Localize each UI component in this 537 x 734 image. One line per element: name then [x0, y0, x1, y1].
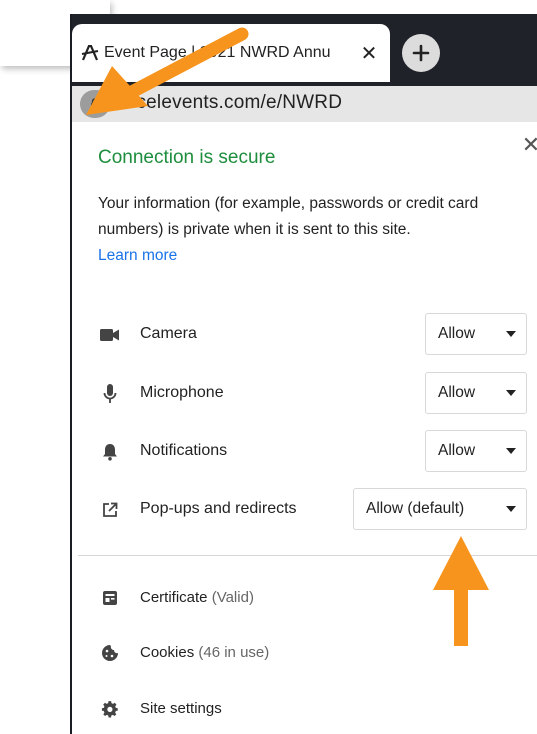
microphone-permission-select[interactable]: Allow — [425, 372, 527, 414]
chevron-down-icon — [506, 331, 516, 337]
tab-title: Event Page | 2021 NWRD Annu — [104, 44, 331, 61]
permission-row-notifications: Notifications Allow — [78, 430, 537, 474]
gear-icon — [100, 699, 120, 719]
bell-icon — [100, 442, 120, 462]
notifications-permission-select[interactable]: Allow — [425, 430, 527, 472]
certificate-row[interactable]: Certificate (Valid) — [78, 582, 537, 616]
permission-label: Notifications — [140, 442, 228, 459]
plus-icon — [412, 44, 430, 62]
permission-label: Microphone — [140, 384, 224, 401]
select-value: Allow — [438, 442, 476, 459]
site-info-popup: ✕ Connection is secure Your information … — [78, 126, 537, 734]
chevron-down-icon — [506, 390, 516, 396]
chevron-down-icon — [506, 448, 516, 454]
permission-row-microphone: Microphone Allow — [78, 372, 537, 416]
connection-status-title: Connection is secure — [98, 147, 276, 168]
info-item-label: Cookies — [140, 644, 195, 661]
site-info-button[interactable] — [80, 90, 110, 118]
chevron-down-icon — [506, 506, 516, 512]
tab-strip: Event Page | 2021 NWRD Annu ✕ — [72, 14, 537, 86]
address-bar[interactable]: accelevents.com/e/NWRD — [72, 86, 537, 122]
lock-icon — [91, 98, 99, 110]
connection-description: Your information (for example, passwords… — [98, 195, 479, 238]
cookie-icon — [100, 643, 120, 663]
new-tab-button[interactable] — [402, 34, 440, 72]
permission-row-camera: Camera Allow — [78, 313, 537, 357]
site-settings-label: Site settings — [140, 700, 222, 717]
select-value: Allow — [438, 384, 476, 401]
certificate-label: Certificate (Valid) — [140, 589, 254, 606]
learn-more-link[interactable]: Learn more — [98, 247, 177, 265]
camera-permission-select[interactable]: Allow — [425, 313, 527, 355]
permission-label: Pop-ups and redirects — [140, 500, 297, 517]
select-value: Allow — [438, 325, 476, 342]
cookies-label: Cookies (46 in use) — [140, 644, 269, 661]
screenshot-stage: Event Page | 2021 NWRD Annu ✕ accelevent… — [0, 0, 537, 734]
popups-permission-select[interactable]: Allow (default) — [353, 488, 527, 530]
info-item-sub: (46 in use) — [198, 644, 270, 661]
section-divider — [78, 555, 537, 556]
browser-window: Event Page | 2021 NWRD Annu ✕ accelevent… — [70, 14, 537, 734]
close-icon[interactable]: ✕ — [518, 132, 537, 158]
tab-event-page[interactable]: Event Page | 2021 NWRD Annu ✕ — [72, 24, 390, 82]
info-item-label: Certificate — [140, 589, 208, 606]
microphone-icon — [100, 384, 120, 404]
cookies-row[interactable]: Cookies (46 in use) — [78, 637, 537, 671]
external-link-icon — [100, 500, 120, 520]
info-item-sub: (Valid) — [211, 589, 254, 606]
tab-close-icon[interactable]: ✕ — [356, 40, 382, 66]
select-value: Allow (default) — [366, 500, 465, 517]
site-settings-row[interactable]: Site settings — [78, 693, 537, 727]
url-text[interactable]: accelevents.com/e/NWRD — [116, 92, 342, 114]
certificate-icon — [100, 588, 120, 608]
permission-row-popups: Pop-ups and redirects Allow (default) — [78, 488, 537, 532]
camera-icon — [100, 325, 120, 345]
permission-label: Camera — [140, 325, 197, 342]
accelevents-favicon-icon — [80, 43, 100, 63]
